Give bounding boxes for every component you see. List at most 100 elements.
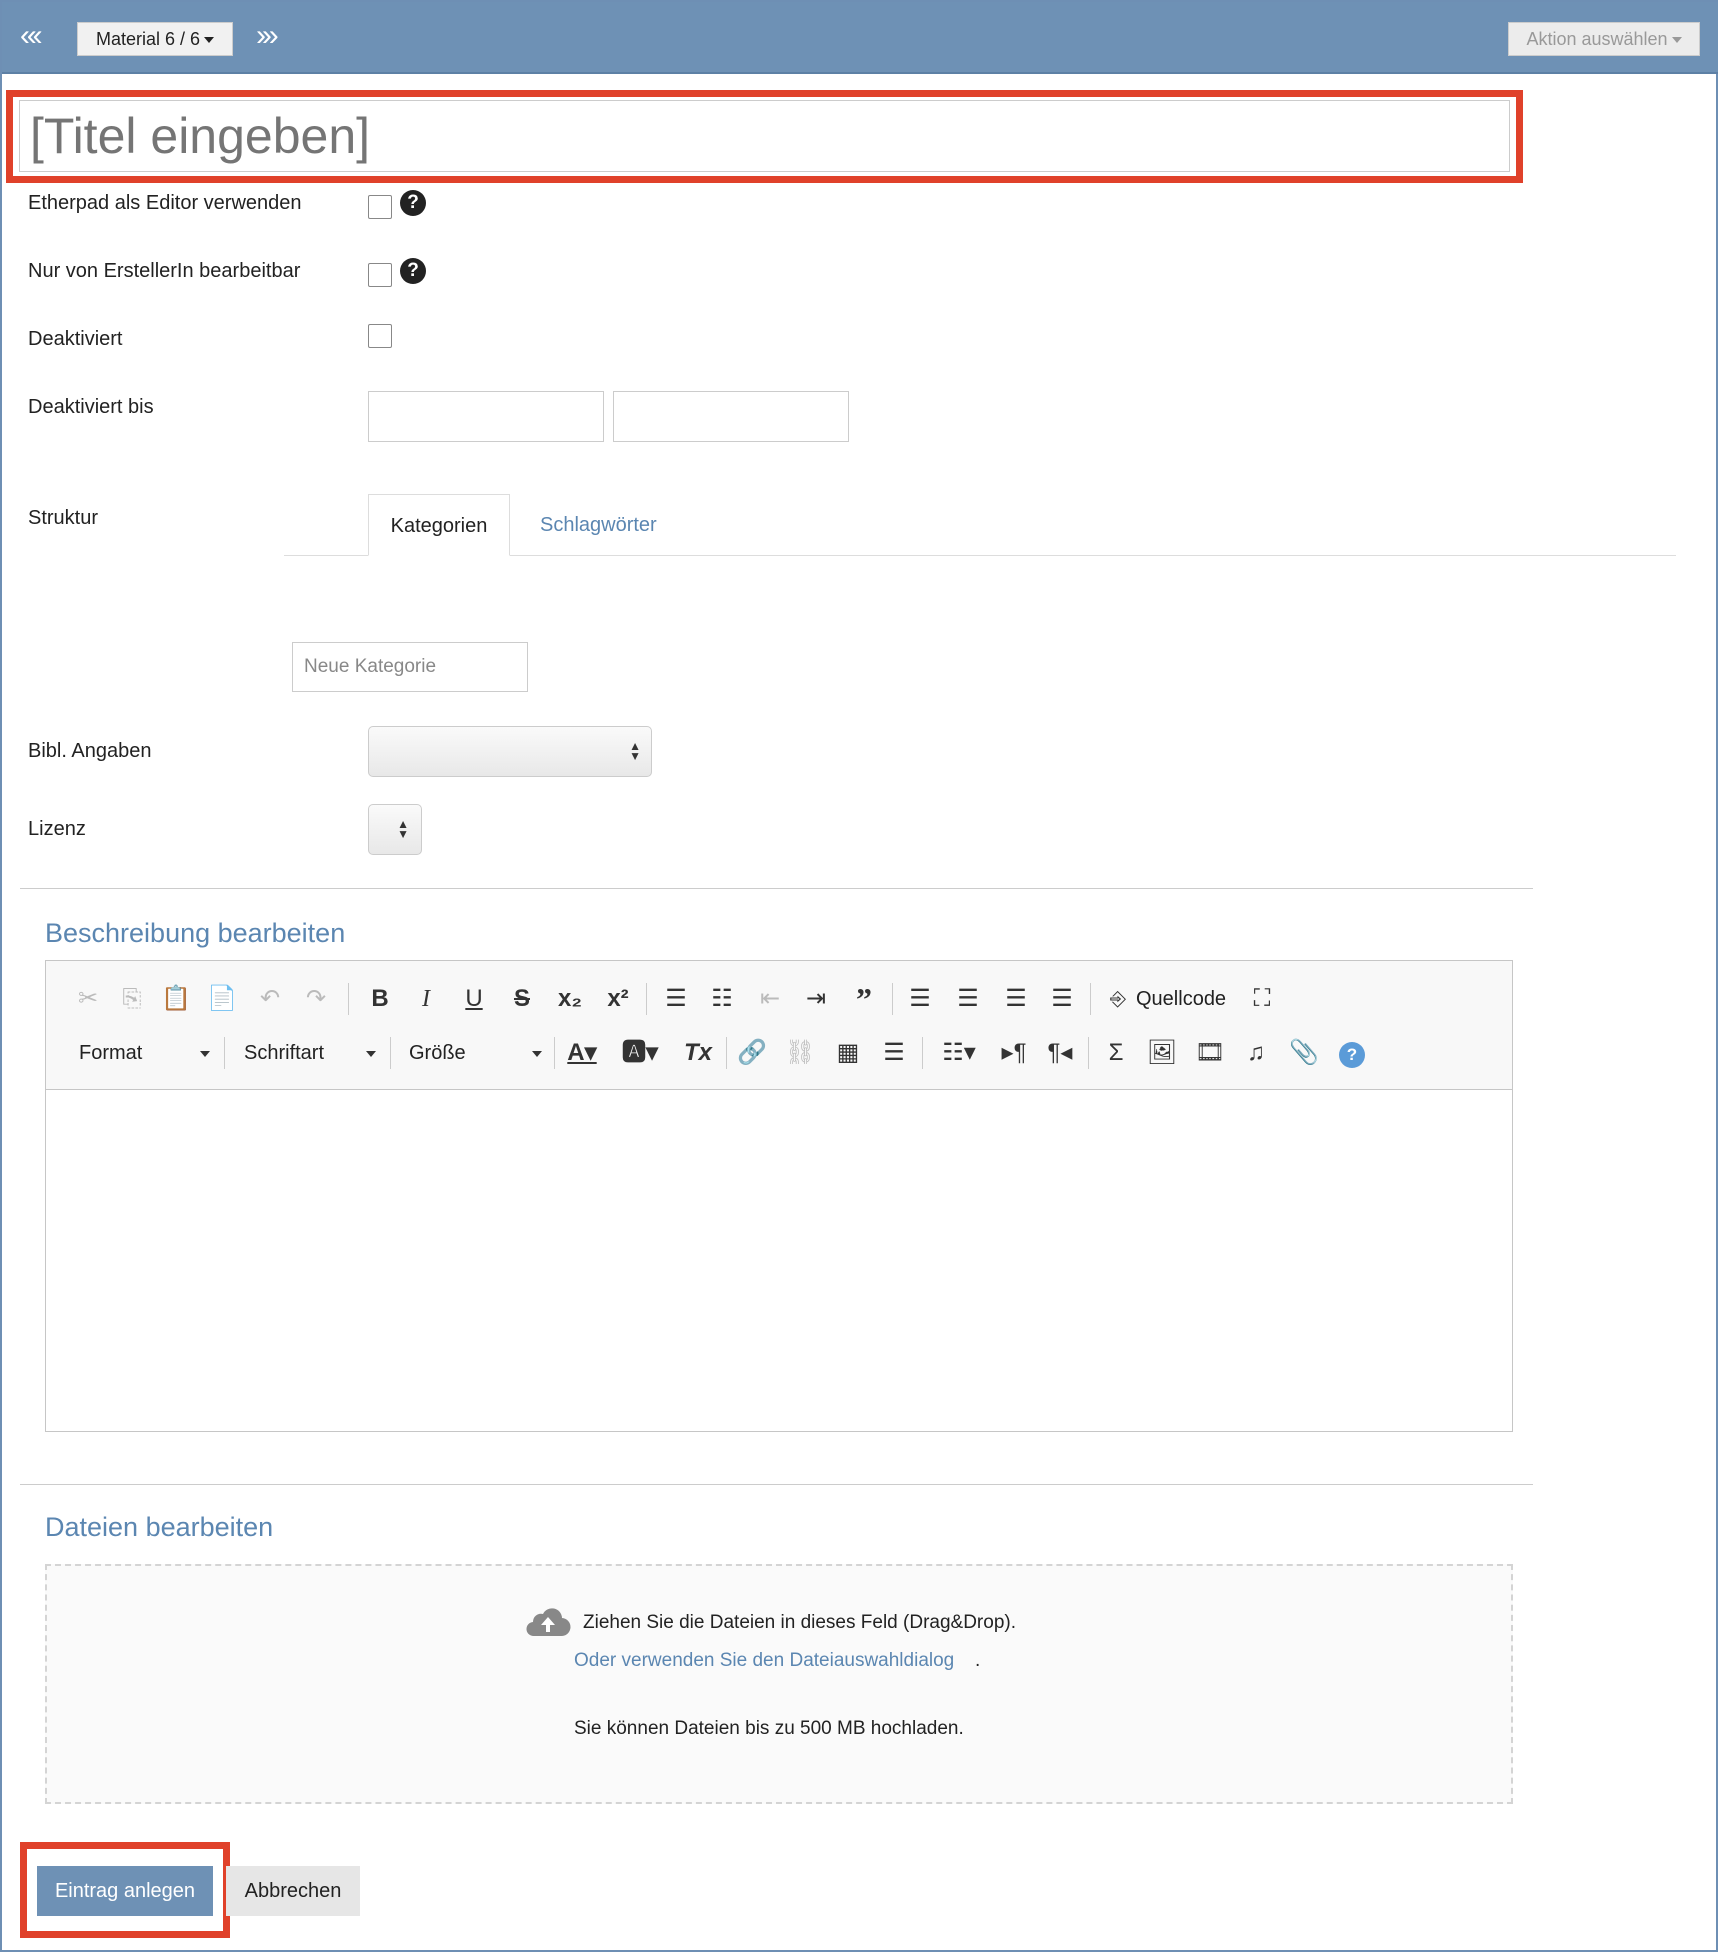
background-color-icon[interactable]: 🅰▾ — [622, 1035, 658, 1071]
action-select-button[interactable]: Aktion auswählen — [1508, 22, 1700, 56]
caret-down-icon — [200, 1051, 210, 1057]
remove-format-icon[interactable]: Tx — [680, 1035, 716, 1071]
deactivated-checkbox[interactable] — [368, 324, 392, 348]
material-selector-button[interactable]: Material 6 / 6 — [77, 22, 233, 56]
etherpad-checkbox[interactable] — [368, 195, 392, 219]
select-arrows-icon: ▲ ▼ — [397, 817, 409, 841]
section-divider — [20, 888, 1533, 889]
section-divider — [20, 1484, 1533, 1485]
toolbar-separator — [922, 1037, 923, 1069]
italic-icon[interactable]: I — [408, 981, 444, 1017]
audio-icon[interactable]: ♫ — [1238, 1035, 1274, 1071]
ltr-icon[interactable]: ▸¶ — [996, 1035, 1032, 1071]
caret-down-icon — [366, 1051, 376, 1057]
caret-down-icon — [532, 1051, 542, 1057]
strikethrough-icon[interactable]: S — [504, 981, 540, 1017]
align-right-icon[interactable]: ☰ — [998, 981, 1034, 1017]
paste-icon[interactable]: 📋 — [158, 981, 194, 1017]
redo-icon[interactable]: ↷ — [298, 981, 334, 1017]
deactivated-label: Deaktiviert — [28, 328, 123, 350]
editor-toolbar: ✂ ⎘ 📋 📄 ↶ ↷ B I U S x₂ x² ☰ ☷ ⇤ ⇥ ” ☰ ☰ … — [46, 961, 1512, 1090]
size-dropdown[interactable]: Größe — [409, 1035, 466, 1071]
license-select[interactable]: ▲ ▼ — [368, 804, 422, 855]
file-dialog-link[interactable]: Oder verwenden Sie den Dateiauswahldialo… — [574, 1648, 954, 1674]
bulleted-list-icon[interactable]: ☷ — [704, 981, 740, 1017]
rtl-icon[interactable]: ¶◂ — [1042, 1035, 1078, 1071]
license-label: Lizenz — [28, 818, 86, 840]
caret-down-icon — [204, 37, 215, 44]
cut-icon[interactable]: ✂ — [70, 981, 106, 1017]
maximize-icon[interactable]: ⛶ — [1244, 981, 1280, 1017]
action-select-label: Aktion auswählen — [1526, 29, 1668, 49]
deactivated-until-label: Deaktiviert bis — [28, 396, 154, 418]
subscript-icon[interactable]: x₂ — [552, 981, 588, 1017]
toolbar-separator — [554, 1037, 555, 1069]
top-navigation-bar: «‹ Material 6 / 6 ›» Aktion auswählen — [2, 2, 1718, 74]
help-icon[interactable]: ? — [400, 258, 426, 284]
font-dropdown[interactable]: Schriftart — [244, 1035, 324, 1071]
caret-down-icon — [1671, 37, 1682, 44]
help-circle-glyph: ? — [1339, 1042, 1365, 1068]
video-icon[interactable]: 🎞 — [1192, 1035, 1228, 1071]
sigma-formula-icon[interactable]: Σ — [1098, 1035, 1134, 1071]
image-icon[interactable]: 🖼 — [1144, 1035, 1180, 1071]
upload-limit-text: Sie können Dateien bis zu 500 MB hochlad… — [574, 1718, 964, 1739]
new-category-input[interactable]: Neue Kategorie — [292, 642, 528, 692]
align-left-icon[interactable]: ☰ — [902, 981, 938, 1017]
cloud-upload-icon — [526, 1608, 571, 1637]
horizontal-rule-icon[interactable]: ☰ — [876, 1035, 912, 1071]
bold-icon[interactable]: B — [362, 981, 398, 1017]
unlink-icon[interactable]: ⛓ — [782, 1035, 818, 1071]
numbered-list-icon[interactable]: ☰ — [658, 981, 694, 1017]
link-icon[interactable]: 🔗 — [734, 1035, 770, 1071]
structure-label: Struktur — [28, 507, 99, 529]
title-input[interactable] — [19, 100, 1510, 172]
format-dropdown[interactable]: Format — [79, 1035, 142, 1071]
bibl-label: Bibl. Angaben — [28, 740, 152, 762]
tab-schlagwoerter[interactable]: Schlagwörter — [540, 494, 657, 556]
files-heading: Dateien bearbeiten — [45, 1512, 274, 1542]
create-entry-button[interactable]: Eintrag anlegen — [37, 1866, 213, 1916]
first-previous-arrows-icon[interactable]: «‹ — [20, 16, 43, 56]
attachment-icon[interactable]: 📎 — [1286, 1035, 1322, 1071]
outdent-icon[interactable]: ⇤ — [752, 981, 788, 1017]
superscript-icon[interactable]: x² — [600, 981, 636, 1017]
columns-icon[interactable]: ☷▾ — [936, 1035, 982, 1071]
toolbar-separator — [646, 983, 647, 1015]
drop-instruction: Ziehen Sie die Dateien in dieses Feld (D… — [583, 1612, 1016, 1633]
toolbar-separator — [224, 1037, 225, 1069]
undo-icon[interactable]: ↶ — [252, 981, 288, 1017]
toolbar-separator — [1088, 1037, 1089, 1069]
underline-icon[interactable]: U — [456, 981, 492, 1017]
deactivated-until-date-input[interactable] — [368, 391, 604, 442]
align-justify-icon[interactable]: ☰ — [1044, 981, 1080, 1017]
rich-text-editor: ✂ ⎘ 📋 📄 ↶ ↷ B I U S x₂ x² ☰ ☷ ⇤ ⇥ ” ☰ ☰ … — [45, 960, 1513, 1432]
paste-word-icon[interactable]: 📄 — [204, 981, 240, 1017]
help-icon[interactable]: ? — [400, 190, 426, 216]
indent-icon[interactable]: ⇥ — [798, 981, 834, 1017]
text-color-icon[interactable]: A▾ — [564, 1035, 600, 1071]
source-code-icon[interactable]: ⎆ — [1100, 981, 1136, 1017]
next-last-arrows-icon[interactable]: ›» — [256, 16, 279, 56]
help-circle-icon[interactable]: ? — [1334, 1035, 1370, 1071]
page-frame: «‹ Material 6 / 6 ›» Aktion auswählen Et… — [0, 0, 1718, 1952]
select-arrows-icon: ▲ ▼ — [629, 739, 641, 763]
editor-content-area[interactable] — [46, 1090, 1512, 1431]
only-creator-checkbox[interactable] — [368, 263, 392, 287]
only-creator-label: Nur von ErstellerIn bearbeitbar — [28, 260, 301, 282]
copy-icon[interactable]: ⎘ — [114, 981, 150, 1017]
bibl-select[interactable]: ▲ ▼ — [368, 726, 652, 777]
file-drop-zone[interactable]: Ziehen Sie die Dateien in dieses Feld (D… — [45, 1564, 1513, 1804]
etherpad-label: Etherpad als Editor verwenden — [28, 192, 302, 214]
tab-kategorien[interactable]: Kategorien — [368, 494, 510, 556]
toolbar-separator — [1090, 983, 1091, 1015]
toolbar-separator — [390, 1037, 391, 1069]
source-code-button[interactable]: Quellcode — [1136, 981, 1226, 1017]
table-icon[interactable]: ▦ — [830, 1035, 866, 1071]
deactivated-until-time-input[interactable] — [613, 391, 849, 442]
file-dialog-period: . — [975, 1650, 981, 1671]
cancel-button[interactable]: Abbrechen — [226, 1866, 360, 1916]
blockquote-icon[interactable]: ” — [846, 981, 882, 1017]
material-selector-label: Material 6 / 6 — [95, 29, 201, 49]
align-center-icon[interactable]: ☰ — [950, 981, 986, 1017]
